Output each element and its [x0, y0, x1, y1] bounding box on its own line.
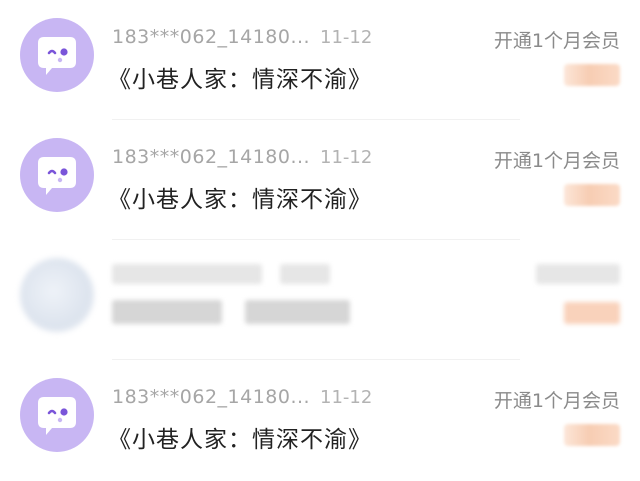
message-date: 11-12: [320, 387, 373, 408]
censored-date: [280, 264, 330, 284]
censored-status: [536, 264, 620, 284]
smiley-chat-bubble-icon: [38, 37, 76, 75]
message-preview: 《小巷人家：情深不渝》: [108, 67, 372, 93]
censored-price: [564, 64, 620, 86]
username: 183***062_14180...: [112, 146, 311, 168]
conversation-list: 183***062_14180... 11-12 《小巷人家：情深不渝》 开通1…: [0, 0, 640, 481]
censored-message-part: [245, 300, 350, 324]
censored-price: [564, 302, 620, 324]
avatar[interactable]: [20, 138, 94, 212]
smiley-chat-bubble-icon: [38, 397, 76, 435]
list-item[interactable]: 183***062_14180... 11-12 《小巷人家：情深不渝》 开通1…: [0, 120, 640, 240]
message-preview: 《小巷人家：情深不渝》: [108, 427, 372, 453]
message-date: 11-12: [320, 27, 373, 48]
membership-status: 开通1个月会员: [493, 390, 620, 412]
username: 183***062_14180...: [112, 386, 311, 408]
smiley-chat-bubble-icon: [38, 157, 76, 195]
censored-price: [564, 424, 620, 446]
censored-avatar: [20, 258, 94, 332]
message-preview: 《小巷人家：情深不渝》: [108, 187, 372, 213]
censored-message-part: [112, 300, 222, 324]
avatar[interactable]: [20, 378, 94, 452]
membership-status: 开通1个月会员: [493, 30, 620, 52]
username: 183***062_14180...: [112, 26, 311, 48]
avatar[interactable]: [20, 18, 94, 92]
membership-status: 开通1个月会员: [493, 150, 620, 172]
censored-price: [564, 184, 620, 206]
message-date: 11-12: [320, 147, 373, 168]
list-item[interactable]: 183***062_14180... 11-12 《小巷人家：情深不渝》 开通1…: [0, 0, 640, 120]
list-item-censored[interactable]: [0, 240, 640, 360]
list-item[interactable]: 183***062_14180... 11-12 《小巷人家：情深不渝》 开通1…: [0, 360, 640, 480]
censored-username: [112, 264, 262, 284]
